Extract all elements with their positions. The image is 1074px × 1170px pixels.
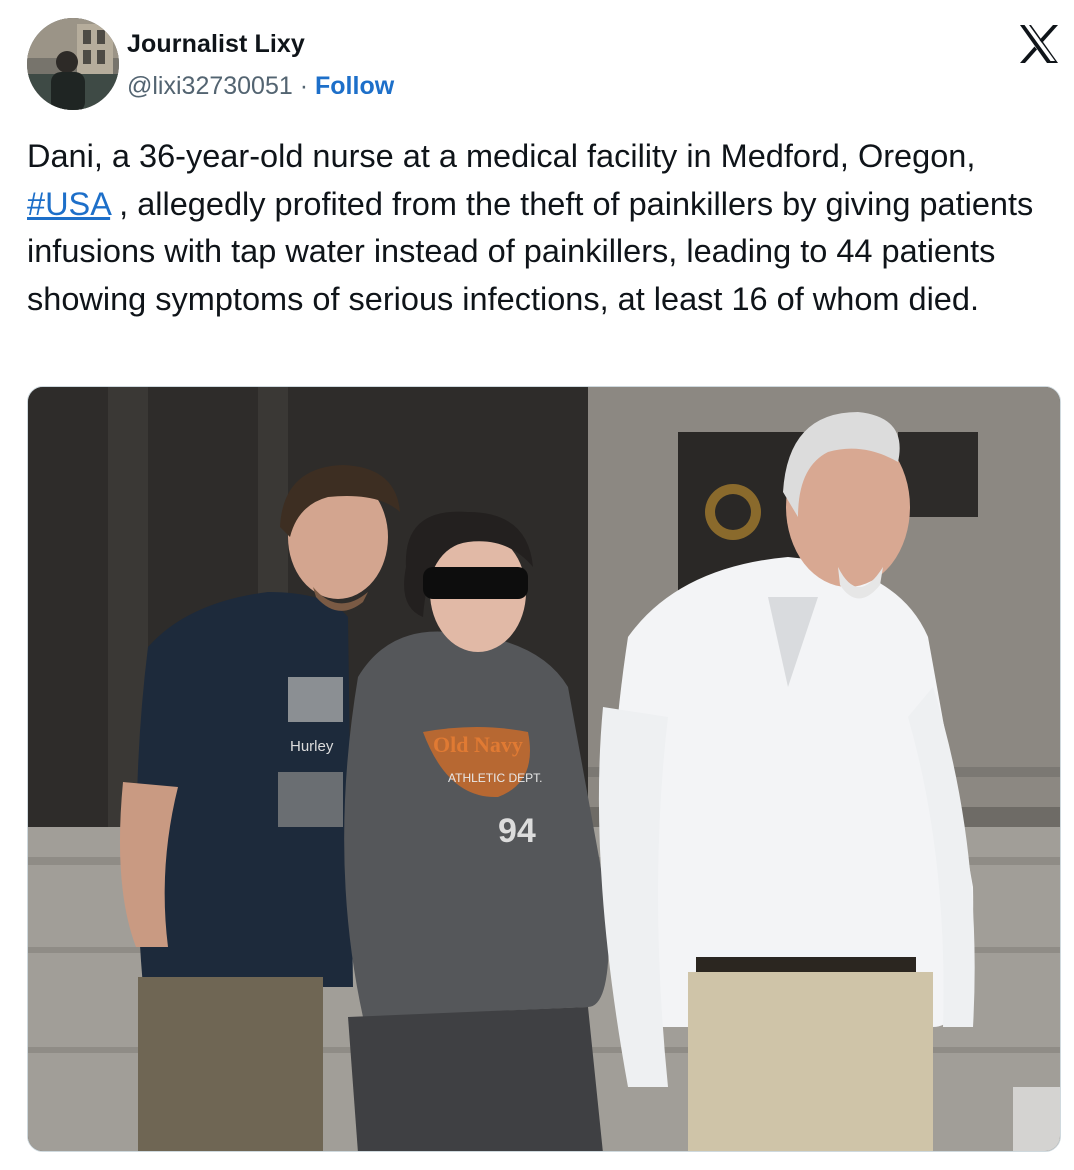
avatar[interactable] [27, 18, 119, 110]
shirt-brand-text: Hurley [290, 738, 334, 755]
tweet-text: Dani, a 36-year-old nurse at a medical f… [27, 133, 1062, 323]
x-logo-icon[interactable] [1017, 22, 1061, 66]
separator-dot: · [299, 72, 309, 100]
hoodie-brand-text: Old Navy [433, 732, 523, 757]
hoodie-number-text: 94 [498, 812, 536, 850]
tweet-header: Journalist Lixy @lixi32730051 · Follow [27, 18, 1058, 110]
hoodie-dept-text: ATHLETIC DEPT. [448, 771, 542, 785]
author-name[interactable]: Journalist Lixy [127, 30, 305, 59]
author-handle[interactable]: @lixi32730051 [127, 72, 293, 100]
handle-row: @lixi32730051 · Follow [127, 72, 394, 101]
tweet-text-part-1: Dani, a 36-year-old nurse at a medical f… [27, 138, 976, 174]
hashtag-link[interactable]: #USA [27, 186, 110, 222]
tweet-photo[interactable]: Hurley Old Navy ATHLETIC DEPT. 94 [27, 386, 1061, 1152]
tweet-text-part-2: , allegedly profited from the theft of p… [27, 185, 1034, 317]
follow-button[interactable]: Follow [315, 72, 394, 100]
tweet-card: Journalist Lixy @lixi32730051 · Follow D… [0, 0, 1074, 1170]
